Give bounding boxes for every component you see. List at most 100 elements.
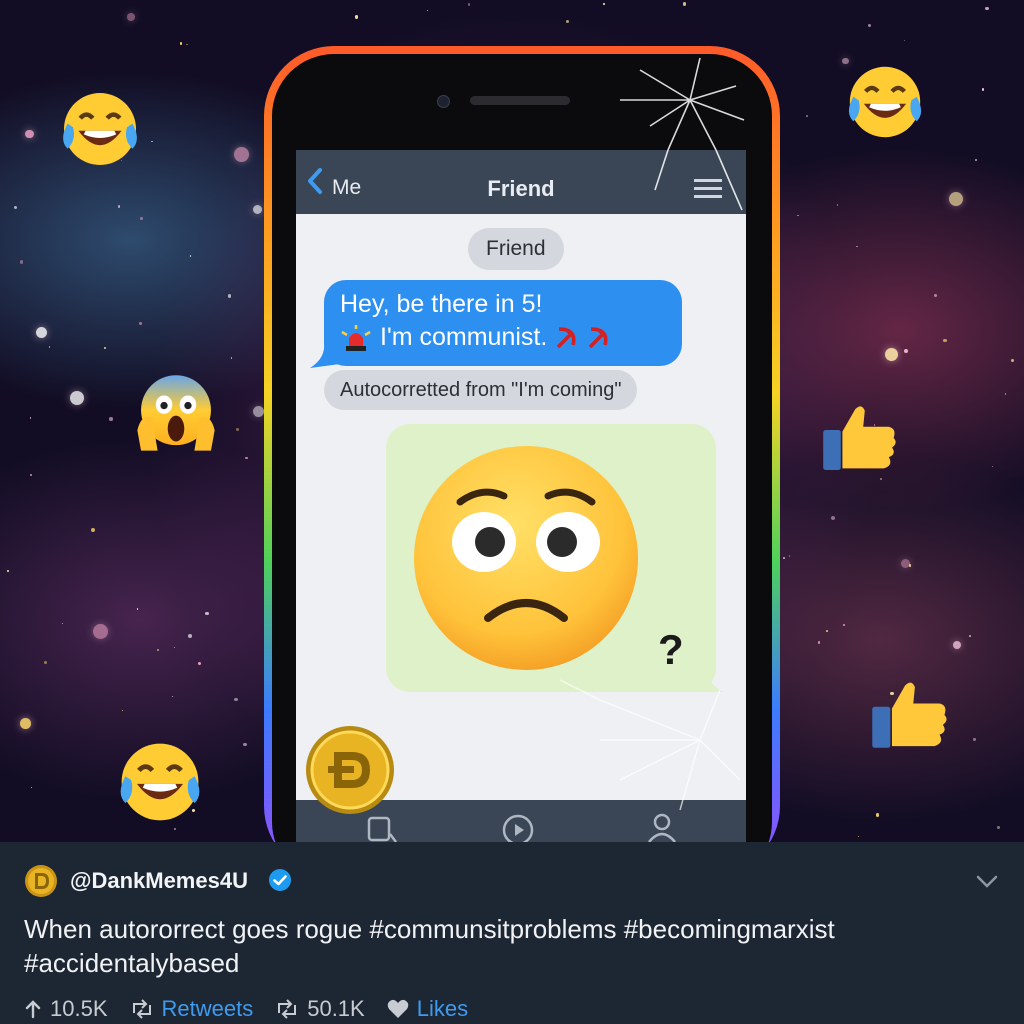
star: [172, 695, 174, 697]
star: [117, 204, 121, 208]
star: [252, 204, 263, 215]
upvote-count: 10.5K: [50, 996, 108, 1021]
star: [92, 623, 109, 640]
star: [974, 158, 978, 162]
star: [227, 294, 232, 298]
star: [205, 611, 209, 615]
star: [817, 641, 820, 644]
star: [61, 622, 63, 624]
star: [806, 114, 809, 117]
star: [103, 346, 106, 349]
star: [355, 15, 359, 19]
star: [230, 357, 233, 360]
star: [24, 129, 34, 139]
star: [426, 9, 429, 11]
received-reply-bubble[interactable]: ?: [386, 424, 724, 692]
star: [35, 326, 48, 338]
tears-of-joy-emoji: [63, 93, 137, 165]
avatar[interactable]: [24, 864, 58, 898]
star: [943, 338, 947, 343]
star: [981, 88, 985, 91]
star: [788, 555, 791, 557]
star: [29, 417, 32, 420]
star: [190, 255, 192, 257]
tweet-text-line-1: When autororrect goes rogue #communsitpr…: [24, 914, 835, 944]
star: [109, 416, 113, 421]
likes-label: Likes: [416, 996, 469, 1021]
phone-camera: [437, 95, 450, 108]
question-mark: ?: [658, 626, 684, 673]
message-line-2: I'm communist.: [380, 323, 548, 351]
star: [973, 738, 976, 741]
retweet-count: 50.1K: [307, 996, 365, 1021]
tweet-text-line-2: #accidentalybased: [24, 948, 240, 978]
tweet-handle[interactable]: @DankMemes4U: [70, 868, 248, 894]
dogecoin-icon[interactable]: [304, 724, 396, 816]
star: [30, 786, 32, 788]
star: [992, 466, 994, 468]
star: [44, 661, 47, 665]
verified-badge-icon: [269, 869, 291, 891]
tears-of-joy-emoji: [120, 743, 200, 821]
bubble-tail: [310, 342, 340, 368]
star: [836, 204, 838, 206]
star: [884, 347, 898, 361]
likes-button[interactable]: Likes: [387, 996, 468, 1022]
star: [682, 2, 686, 6]
star: [136, 608, 139, 610]
thumbs-up-emoji: [872, 682, 947, 748]
star: [19, 260, 24, 264]
star: [903, 349, 908, 354]
siren-icon: [341, 324, 371, 351]
tweet-panel: @DankMemes4U When autororrect goes rogue…: [0, 842, 1024, 1024]
profile-icon[interactable]: [646, 812, 678, 844]
star: [151, 140, 153, 143]
chat-nav-bar: Me Friend: [296, 150, 746, 214]
retweet-count-button[interactable]: 50.1K: [275, 996, 365, 1022]
play-icon[interactable]: [502, 812, 534, 844]
chevron-down-icon[interactable]: [974, 872, 1000, 892]
star: [858, 835, 860, 837]
phone-earpiece: [470, 96, 570, 105]
star: [174, 646, 176, 648]
star: [996, 826, 1000, 830]
thumbs-up-emoji: [823, 406, 896, 470]
star: [235, 427, 240, 432]
retweet-icon: [132, 999, 151, 1019]
hammer-sickle-icon: [589, 326, 608, 348]
star: [126, 12, 135, 21]
star: [69, 390, 84, 405]
tweet-actions: 10.5K Retweets 50.1K Likes: [24, 994, 490, 1024]
star: [138, 322, 143, 326]
star: [879, 478, 882, 481]
star: [565, 20, 569, 24]
star: [934, 293, 938, 298]
star: [949, 192, 964, 207]
star: [856, 245, 859, 248]
star: [234, 697, 239, 702]
screaming-face-emoji: [137, 375, 215, 451]
star: [198, 662, 201, 666]
star: [29, 473, 33, 477]
star: [188, 633, 193, 638]
chat-title: Friend: [487, 176, 555, 201]
sender-label-pill: Friend: [468, 228, 564, 270]
compose-icon[interactable]: [366, 812, 398, 844]
star: [140, 216, 144, 220]
retweets-label: Retweets: [161, 996, 254, 1021]
heart-icon: [387, 999, 409, 1018]
hammer-sickle-icon: [557, 326, 576, 348]
worried-face-icon: [414, 446, 638, 670]
star: [233, 147, 249, 163]
star: [969, 635, 972, 638]
bubble-tail: [684, 664, 724, 692]
hamburger-menu-icon[interactable]: [694, 178, 722, 200]
sent-message-bubble[interactable]: Hey, be there in 5! I'm communist.: [310, 280, 682, 368]
autocorrect-note: Autocorretted from "I'm coming": [324, 370, 638, 410]
star: [252, 405, 265, 417]
star: [245, 456, 248, 460]
retweets-button[interactable]: Retweets: [130, 996, 254, 1022]
upvote-button[interactable]: 10.5K: [24, 996, 108, 1022]
tweet-text: When autororrect goes rogue #communsitpr…: [24, 912, 984, 980]
star: [1004, 393, 1007, 396]
